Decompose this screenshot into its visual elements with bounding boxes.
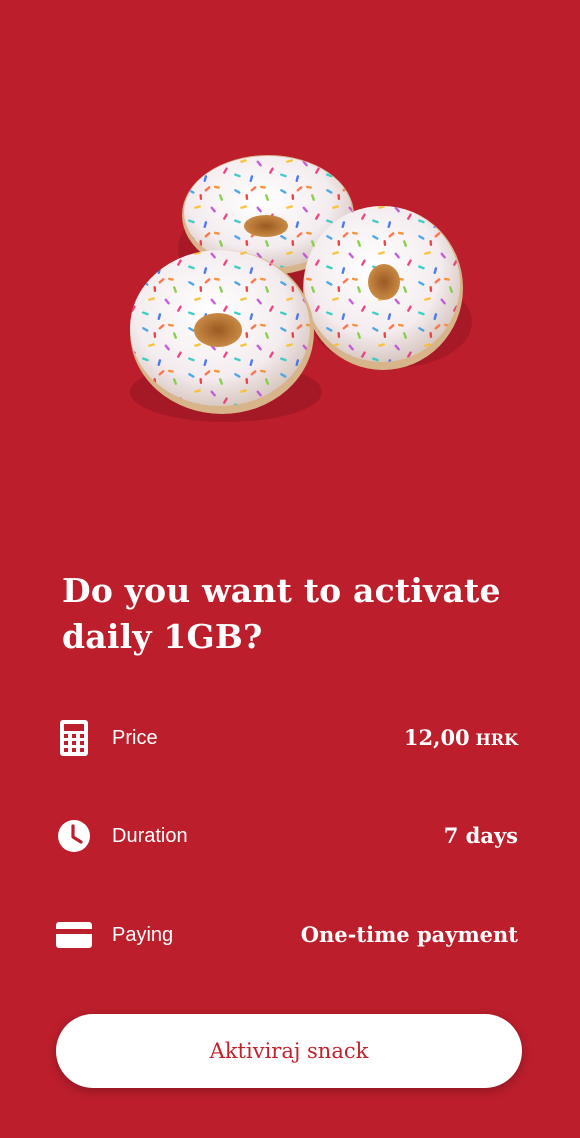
detail-row-price: Price 12,00 HRK (56, 716, 518, 760)
duration-value: 7 days (443, 823, 518, 848)
credit-card-icon (56, 913, 92, 957)
price-label: Price (112, 727, 158, 749)
paying-value: One-time payment (300, 922, 518, 947)
page-title: Do you want to activate daily 1GB? (62, 571, 501, 656)
calculator-icon (56, 716, 92, 760)
price-currency: HRK (475, 730, 518, 749)
detail-row-paying: Paying One-time payment (56, 913, 518, 957)
price-value: 12,00 HRK (404, 716, 518, 760)
donuts-hero-image (0, 0, 580, 520)
price-amount: 12,00 (403, 725, 470, 750)
activate-snack-button[interactable]: Aktiviraj snack (56, 1014, 522, 1088)
clock-icon (56, 814, 92, 858)
paying-label: Paying (112, 924, 174, 946)
detail-row-duration: Duration 7 days (56, 814, 518, 858)
duration-label: Duration (112, 825, 188, 847)
